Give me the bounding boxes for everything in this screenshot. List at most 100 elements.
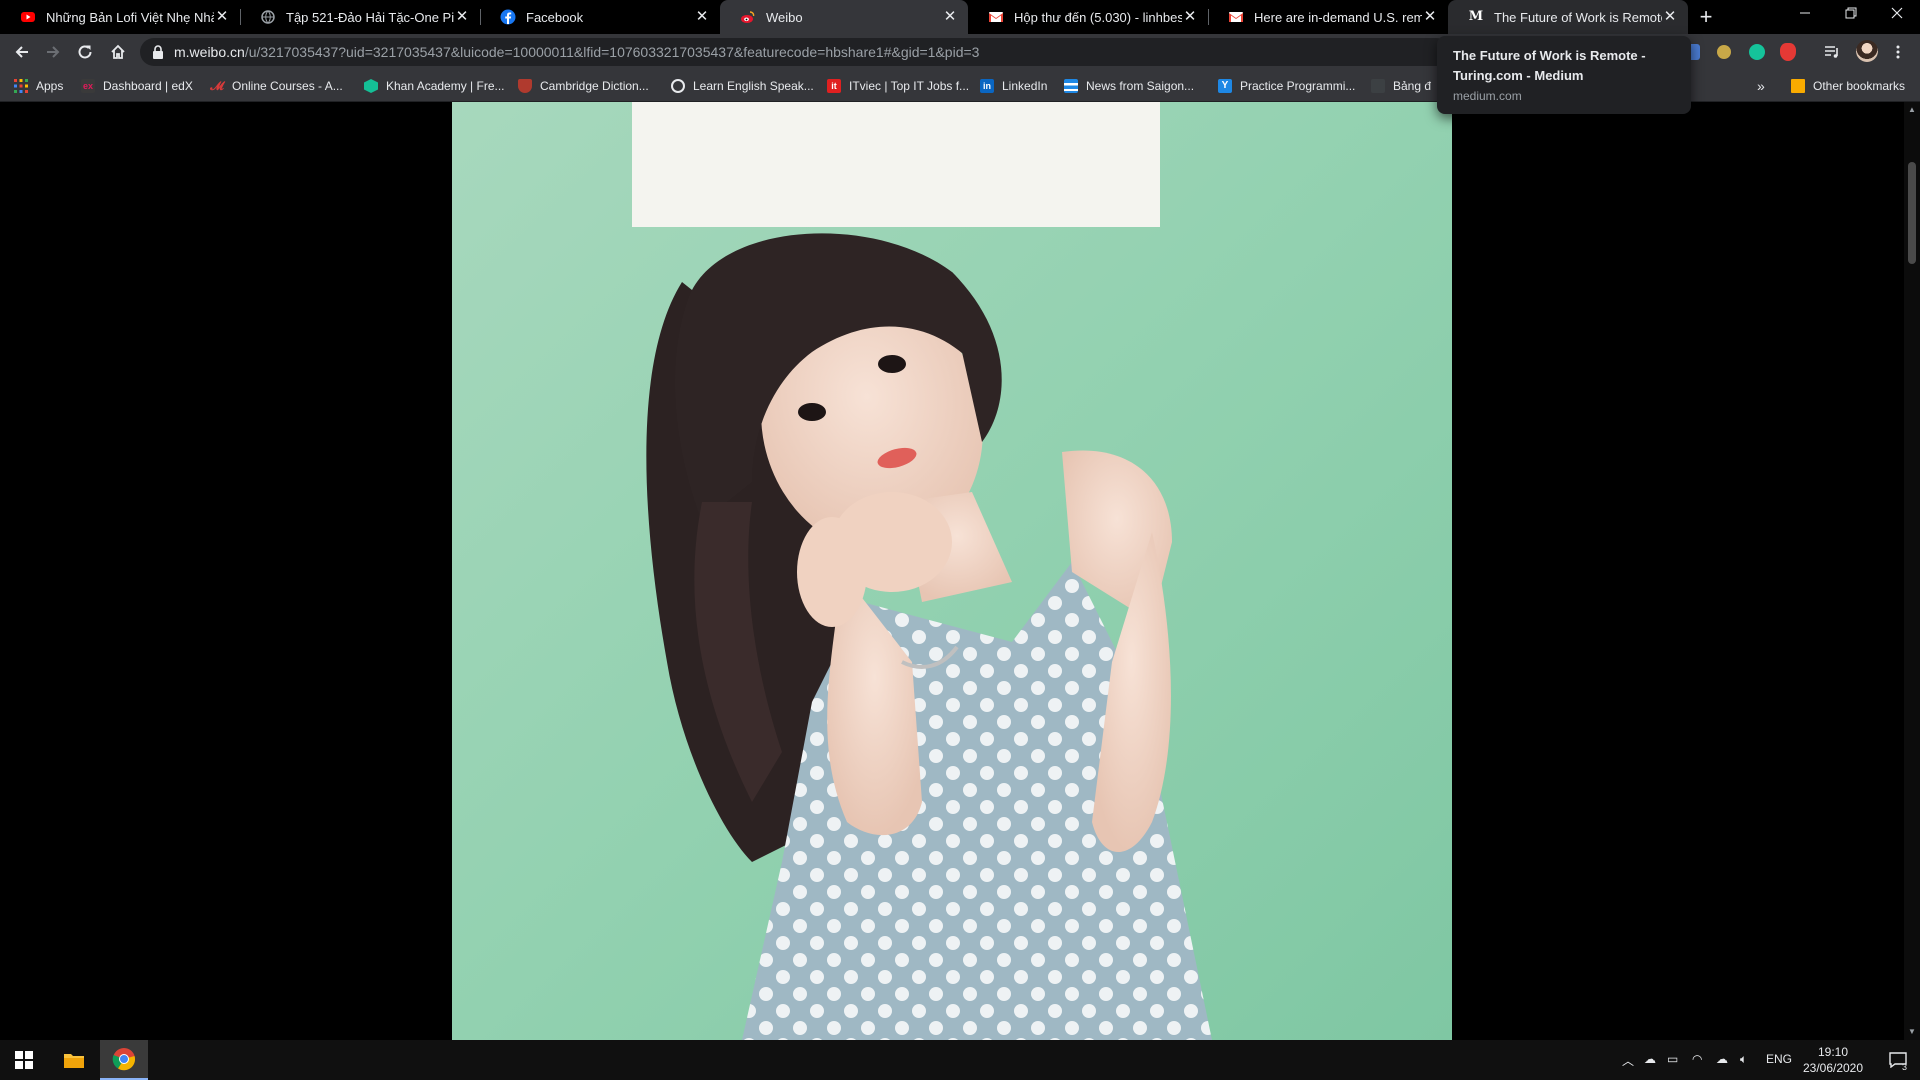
wifi-icon[interactable]: ◠ [1692, 1052, 1702, 1066]
bookmark-label: Practice Programmi... [1240, 79, 1356, 93]
lock-icon[interactable] [152, 45, 164, 59]
battery-icon[interactable]: ▭ [1667, 1052, 1678, 1066]
tab-title: Facebook [526, 9, 584, 25]
tray-overflow-icon[interactable]: ︿ [1622, 1052, 1634, 1069]
tab-close-icon[interactable]: ✕ [1182, 9, 1198, 25]
khan-academy-icon [364, 79, 378, 93]
restore-icon [1845, 7, 1857, 19]
home-icon [111, 44, 125, 59]
system-clock[interactable]: 19:10 23/06/2020 [1793, 1044, 1873, 1076]
close-icon [1891, 7, 1903, 19]
tab-gmail-remote[interactable]: Here are in-demand U.S. remote ✕ [1208, 0, 1448, 34]
bookmark-learn-english[interactable]: Learn English Speak... [671, 77, 814, 95]
onedrive-icon[interactable]: ☁ [1644, 1052, 1656, 1066]
folder-icon [64, 1054, 84, 1068]
address-bar[interactable]: m.weibo.cn/u/3217035437?uid=3217035437&l… [140, 38, 1450, 66]
page-scrollbar[interactable]: ▲ ▼ [1904, 102, 1920, 1040]
cloud-sync-icon[interactable]: ☁ [1716, 1052, 1728, 1066]
tab-strip: Những Bản Lofi Việt Nhẹ Nhàng ✕ Tập 521-… [0, 0, 1920, 34]
learn-english-icon [671, 79, 685, 93]
tab-title: Tập 521-Đảo Hải Tặc-One Piece [286, 9, 454, 25]
tab-title: Weibo [766, 9, 803, 25]
new-tab-button[interactable]: + [1693, 4, 1719, 30]
bookmark-news-saigon[interactable]: News from Saigon... [1064, 77, 1194, 95]
tab-close-icon[interactable]: ✕ [694, 9, 710, 25]
weibo-icon [741, 11, 755, 23]
bookmark-online-courses[interactable]: 𝓜 Online Courses - A... [210, 77, 343, 95]
bookmarks-overflow-button[interactable]: » [1757, 77, 1765, 95]
restore-button[interactable] [1828, 0, 1874, 30]
close-window-button[interactable] [1874, 0, 1920, 30]
bookmark-cambridge[interactable]: Cambridge Diction... [518, 77, 649, 95]
facebook-icon [500, 9, 516, 25]
tab-medium[interactable]: M The Future of Work is Remote - T ✕ [1448, 0, 1688, 34]
file-explorer-button[interactable] [50, 1040, 98, 1080]
tab-title: Here are in-demand U.S. remote [1254, 9, 1422, 25]
bookmark-apps[interactable]: Apps [14, 77, 63, 95]
minimize-button[interactable] [1782, 0, 1828, 30]
bookmark-label: Apps [36, 79, 64, 93]
back-button[interactable] [8, 38, 36, 66]
media-control-button[interactable] [1818, 38, 1846, 66]
action-center-button[interactable]: 3 [1876, 1040, 1920, 1080]
linkedin-icon: in [980, 79, 994, 93]
chrome-taskbar-button[interactable] [100, 1040, 148, 1080]
tab-title: Hộp thư đến (5.030) - linhbestm [1014, 9, 1182, 25]
clock-time: 19:10 [1817, 1045, 1849, 1059]
forward-arrow-icon [47, 46, 60, 58]
adblock-icon[interactable] [1780, 43, 1796, 61]
forward-button[interactable] [39, 38, 67, 66]
input-language[interactable]: ENG [1766, 1052, 1792, 1066]
scroll-down-icon[interactable]: ▼ [1908, 1028, 1916, 1036]
playlist-icon [1825, 46, 1838, 58]
bookmark-label: News from Saigon... [1086, 79, 1195, 93]
tab-close-icon[interactable]: ✕ [942, 9, 958, 25]
bookmark-linkedin[interactable]: in LinkedIn [980, 77, 1047, 95]
tab-one-piece[interactable]: Tập 521-Đảo Hải Tặc-One Piece ✕ [240, 0, 480, 34]
bookmark-itviec[interactable]: it ITviec | Top IT Jobs f... [827, 77, 969, 95]
windows-logo-icon [15, 1051, 33, 1069]
extension-puzzle-icon[interactable] [1717, 45, 1731, 59]
clock-date: 23/06/2020 [1802, 1061, 1864, 1075]
bookmark-label: Learn English Speak... [693, 79, 814, 93]
volume-icon[interactable]: 🔈︎ [1740, 1052, 1747, 1067]
url-text: m.weibo.cn/u/3217035437?uid=3217035437&l… [174, 44, 979, 60]
bookmark-label: Cambridge Diction... [540, 79, 649, 93]
start-button[interactable] [0, 1040, 48, 1080]
url-host: m.weibo.cn [174, 44, 245, 60]
bookmark-label: Online Courses - A... [232, 79, 343, 93]
grammarly-icon[interactable] [1749, 44, 1765, 60]
browser-menu-button[interactable] [1884, 38, 1912, 66]
youtube-icon [21, 12, 35, 22]
tab-weibo[interactable]: Weibo ✕ [720, 0, 968, 34]
tab-facebook[interactable]: Facebook ✕ [480, 0, 720, 34]
profile-photo[interactable] [452, 102, 1452, 1040]
scrollbar-thumb[interactable] [1908, 162, 1916, 264]
bookmark-bang[interactable]: Bảng đ [1371, 77, 1431, 95]
reload-button[interactable] [71, 38, 99, 66]
tab-hover-card: The Future of Work is Remote - Turing.co… [1437, 36, 1691, 114]
tab-gmail-inbox[interactable]: Hộp thư đến (5.030) - linhbestm ✕ [968, 0, 1208, 34]
bookmark-label: LinkedIn [1002, 79, 1048, 93]
windows-taskbar: ︿ ☁ ▭ ◠ ☁ 🔈︎ ENG 19:10 23/06/2020 3 [0, 1040, 1920, 1080]
chrome-icon [112, 1048, 136, 1071]
globe-icon [261, 10, 275, 24]
other-bookmarks-folder[interactable]: Other bookmarks [1791, 77, 1905, 95]
tab-lofi[interactable]: Những Bản Lofi Việt Nhẹ Nhàng ✕ [0, 0, 240, 34]
folder-icon [1791, 79, 1805, 93]
cambridge-icon [518, 79, 532, 93]
bookmark-practice-programming[interactable]: Y Practice Programmi... [1218, 77, 1355, 95]
tab-close-icon[interactable]: ✕ [1662, 9, 1678, 25]
bookmark-edx[interactable]: ex Dashboard | edX [81, 77, 193, 95]
apps-grid-icon [14, 79, 28, 93]
home-button[interactable] [104, 38, 132, 66]
tab-close-icon[interactable]: ✕ [454, 9, 470, 25]
bookmark-page-icon [1371, 79, 1385, 93]
tab-close-icon[interactable]: ✕ [1422, 9, 1438, 25]
bookmark-label: Khan Academy | Fre... [386, 79, 505, 93]
bookmark-khan-academy[interactable]: Khan Academy | Fre... [364, 77, 505, 95]
tab-close-icon[interactable]: ✕ [214, 9, 230, 25]
scroll-up-icon[interactable]: ▲ [1908, 106, 1916, 114]
hover-card-title: The Future of Work is Remote - Turing.co… [1453, 48, 1646, 83]
avatar[interactable] [1856, 40, 1878, 62]
